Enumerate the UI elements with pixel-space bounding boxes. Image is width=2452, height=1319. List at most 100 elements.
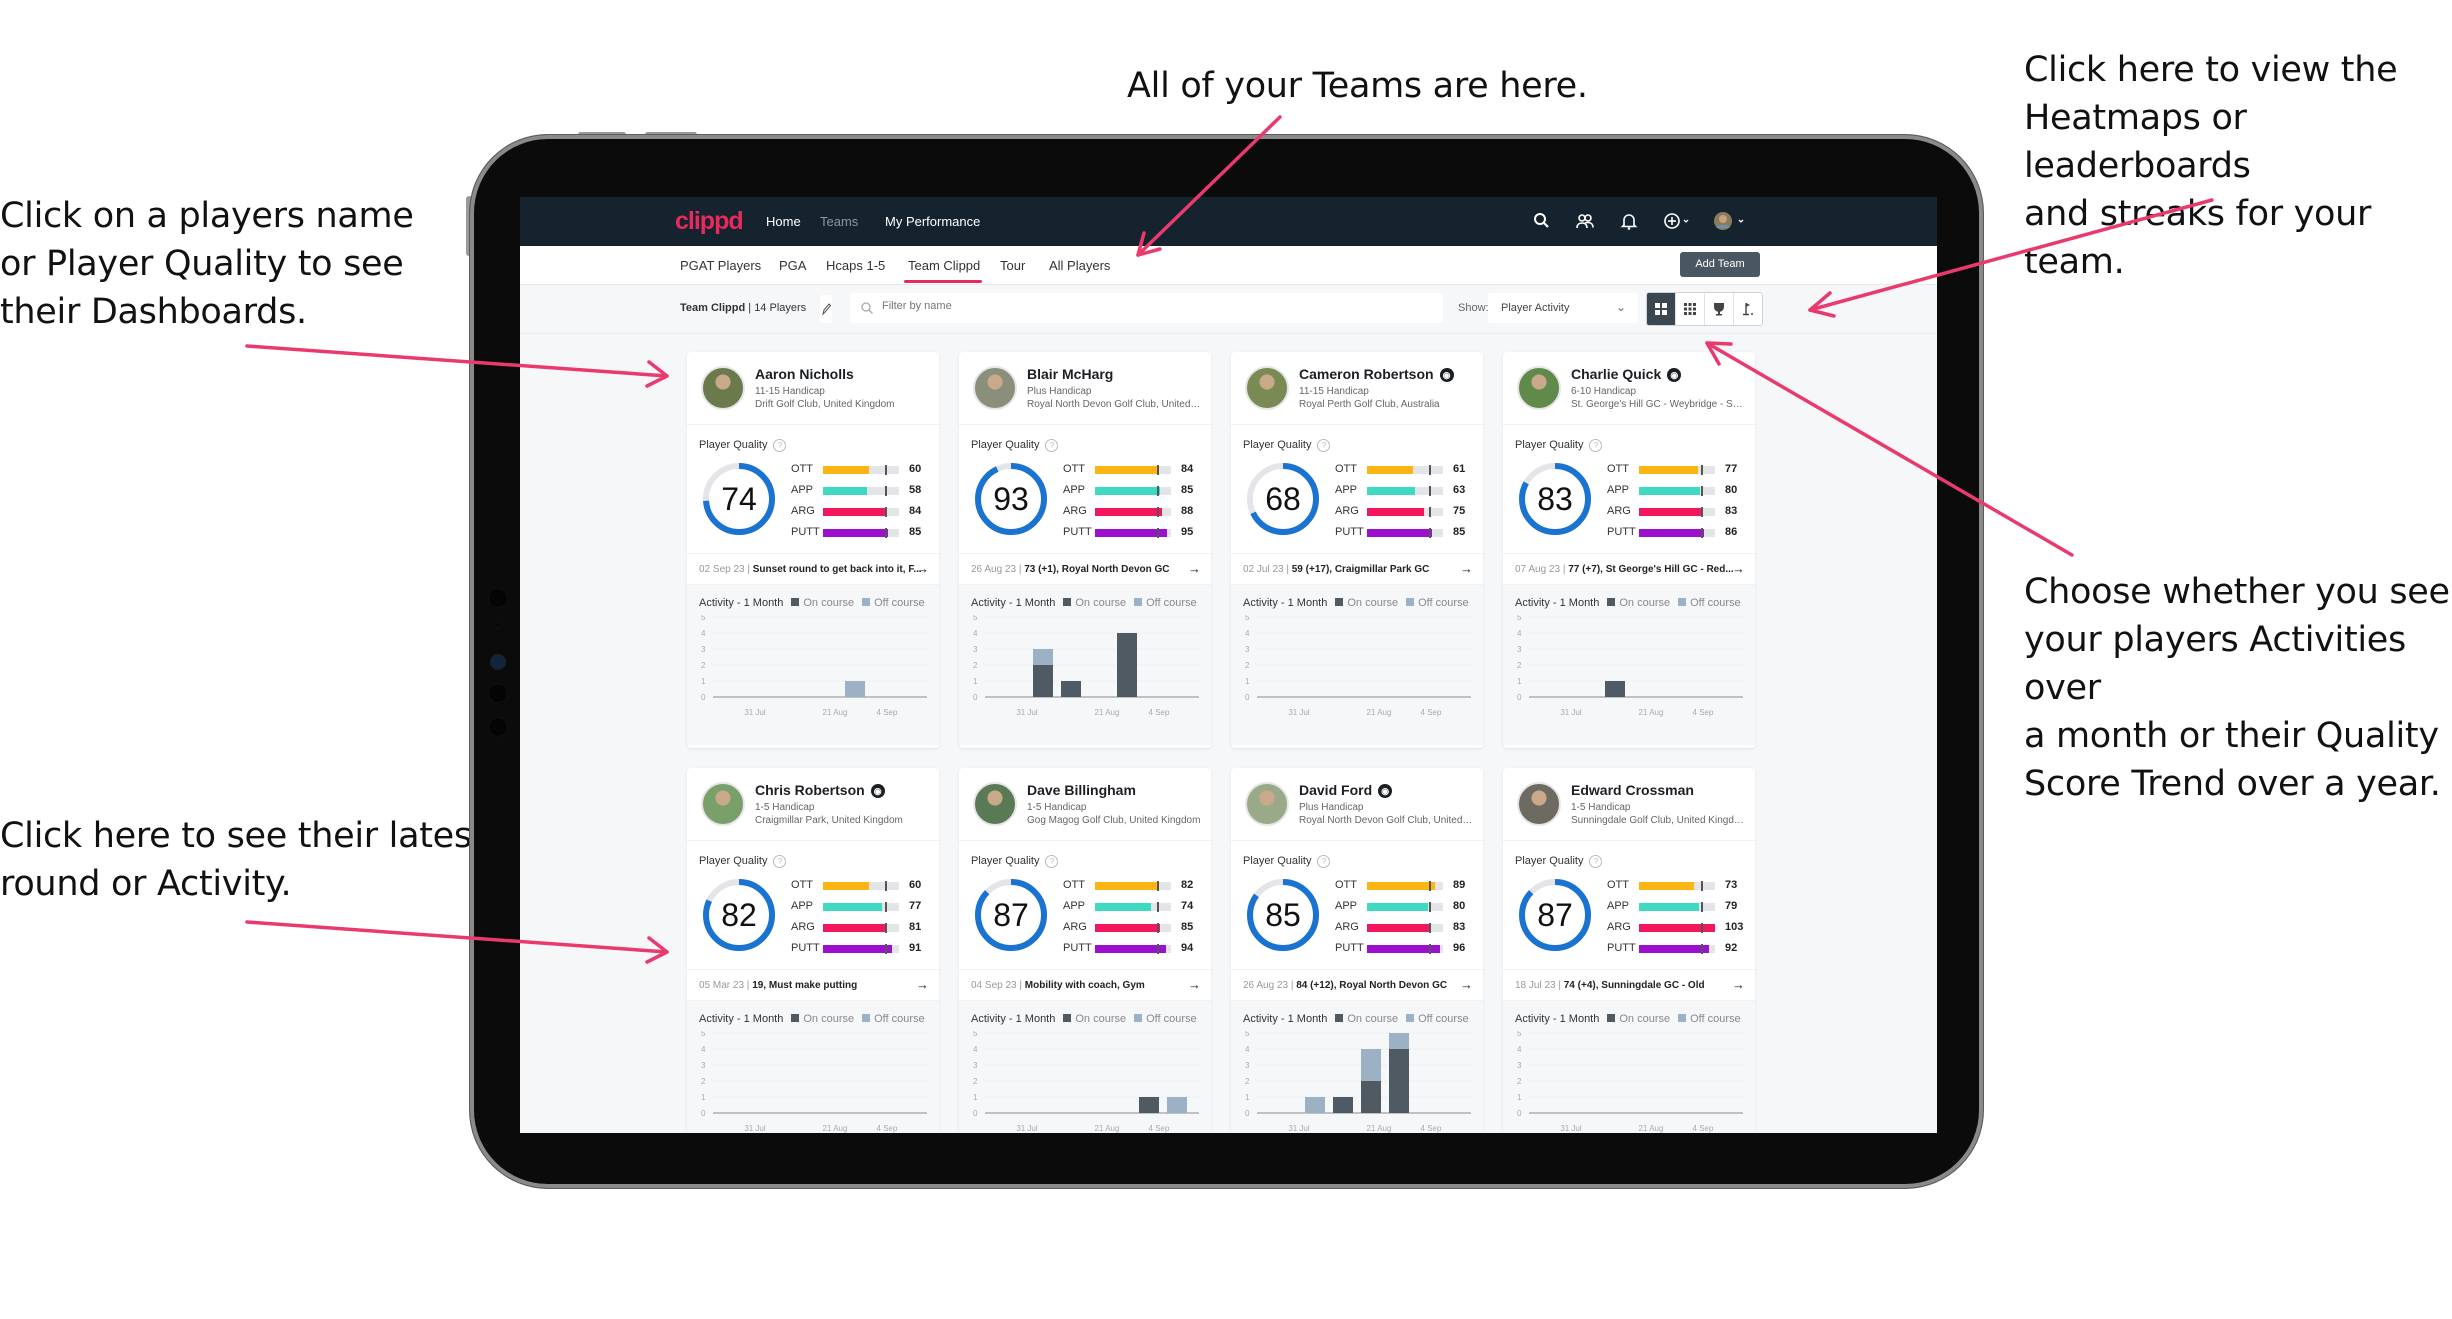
bar-on-course[interactable] <box>1061 681 1081 697</box>
player-name-link[interactable]: Cameron Robertson ◉ <box>1299 366 1454 382</box>
quality-score[interactable]: 82 <box>701 877 777 953</box>
tab-tour[interactable]: Tour <box>1000 258 1025 273</box>
help-icon[interactable]: ? <box>773 439 787 452</box>
user-avatar[interactable] <box>1713 211 1749 231</box>
bar-on-course[interactable] <box>1139 1097 1159 1113</box>
nav-home[interactable]: Home <box>766 214 801 229</box>
heatmap-view-button[interactable] <box>1676 293 1705 325</box>
arrow-right-icon[interactable]: → <box>1460 561 1473 576</box>
help-icon[interactable]: ? <box>1045 855 1059 868</box>
player-name[interactable]: Charlie Quick <box>1571 366 1661 382</box>
quality-score[interactable]: 83 <box>1517 461 1593 537</box>
add-team-button[interactable]: Add Team <box>1680 252 1760 277</box>
player-quality-section[interactable]: Player Quality? 74 OTT 60 APP 58 ARG 84 PUTT 85 <box>687 425 939 554</box>
quality-score[interactable]: 93 <box>973 461 1049 537</box>
avatar[interactable] <box>973 366 1017 410</box>
bar-on-course[interactable] <box>1333 1097 1353 1113</box>
nav-my-performance[interactable]: My Performance <box>885 214 980 229</box>
arrow-right-icon[interactable]: → <box>916 561 929 576</box>
bar-on-course[interactable] <box>1389 1049 1409 1113</box>
player-name[interactable]: Edward Crossman <box>1571 782 1694 798</box>
quality-score[interactable]: 87 <box>973 877 1049 953</box>
tab-hcaps-1-5[interactable]: Hcaps 1-5 <box>826 258 885 273</box>
latest-activity-link[interactable]: 04 Sep 23 | Mobility with coach, Gym → <box>959 970 1211 1001</box>
quality-score[interactable]: 74 <box>701 461 777 537</box>
arrow-right-icon[interactable]: → <box>1460 977 1473 992</box>
arrow-right-icon[interactable]: → <box>1732 561 1745 576</box>
player-quality-section[interactable]: Player Quality? 87 OTT 82 APP 74 ARG 85 PUTT 94 <box>959 841 1211 970</box>
player-name-link[interactable]: Edward Crossman <box>1571 782 1694 798</box>
help-icon[interactable]: ? <box>773 855 787 868</box>
clippd-logo[interactable]: clippd <box>675 207 744 236</box>
filter-by-name-input[interactable] <box>880 299 1424 313</box>
tab-all-players[interactable]: All Players <box>1049 258 1110 273</box>
bar-off-course[interactable] <box>1305 1097 1325 1113</box>
player-quality-section[interactable]: Player Quality? 85 OTT 89 APP 80 ARG 83 PUTT 96 <box>1231 841 1483 970</box>
bar-on-course[interactable] <box>1117 633 1137 697</box>
player-name[interactable]: Aaron Nicholls <box>755 366 854 382</box>
arrow-right-icon[interactable]: → <box>1188 561 1201 576</box>
avatar[interactable] <box>701 366 745 410</box>
latest-activity-link[interactable]: 02 Sep 23 | Sunset round to get back int… <box>687 554 939 585</box>
player-name[interactable]: David Ford <box>1299 782 1372 798</box>
bar-off-course[interactable] <box>845 681 865 697</box>
quality-score[interactable]: 68 <box>1245 461 1321 537</box>
arrow-right-icon[interactable]: → <box>1188 977 1201 992</box>
avatar[interactable] <box>973 782 1017 826</box>
quality-score[interactable]: 85 <box>1245 877 1321 953</box>
bar-off-course[interactable] <box>1389 1033 1409 1049</box>
bell-icon[interactable] <box>1619 211 1639 231</box>
nav-teams[interactable]: Teams <box>820 214 858 229</box>
help-icon[interactable]: ? <box>1317 855 1331 868</box>
help-icon[interactable]: ? <box>1317 439 1331 452</box>
avatar[interactable] <box>1245 366 1289 410</box>
tab-team-clippd[interactable]: Team Clippd <box>908 258 980 273</box>
player-name-link[interactable]: Dave Billingham <box>1027 782 1136 798</box>
avatar[interactable] <box>1245 782 1289 826</box>
tab-pga[interactable]: PGA <box>779 258 806 273</box>
player-name[interactable]: Blair McHarg <box>1027 366 1113 382</box>
avatar[interactable] <box>1517 366 1561 410</box>
plus-circle-icon[interactable] <box>1663 211 1693 231</box>
latest-activity-link[interactable]: 02 Jul 23 | 59 (+17), Craigmillar Park G… <box>1231 554 1483 585</box>
player-name[interactable]: Cameron Robertson <box>1299 366 1434 382</box>
tab-pgat-players[interactable]: PGAT Players <box>680 258 761 273</box>
player-name[interactable]: Chris Robertson <box>755 782 865 798</box>
help-icon[interactable]: ? <box>1589 855 1603 868</box>
help-icon[interactable]: ? <box>1045 439 1059 452</box>
users-icon[interactable] <box>1575 211 1595 231</box>
edit-team-button[interactable] <box>820 295 832 323</box>
player-name-link[interactable]: Charlie Quick ◉ <box>1571 366 1682 382</box>
latest-activity-link[interactable]: 07 Aug 23 | 77 (+7), St George's Hill GC… <box>1503 554 1755 585</box>
player-name-link[interactable]: David Ford ◉ <box>1299 782 1393 798</box>
search-icon[interactable] <box>1532 211 1552 231</box>
player-name-link[interactable]: Chris Robertson ◉ <box>755 782 885 798</box>
grid-large-view-button[interactable] <box>1647 293 1676 325</box>
show-select[interactable]: Player Activity ⌄ <box>1488 293 1638 323</box>
player-name-link[interactable]: Blair McHarg <box>1027 366 1113 382</box>
streaks-view-button[interactable] <box>1734 293 1762 325</box>
bar-off-course[interactable] <box>1033 649 1053 665</box>
player-name-link[interactable]: Aaron Nicholls <box>755 366 854 382</box>
leaderboard-view-button[interactable] <box>1705 293 1734 325</box>
avatar[interactable] <box>1517 782 1561 826</box>
bar-on-course[interactable] <box>1361 1081 1381 1113</box>
help-icon[interactable]: ? <box>1589 439 1603 452</box>
latest-activity-link[interactable]: 18 Jul 23 | 74 (+4), Sunningdale GC - Ol… <box>1503 970 1755 1001</box>
bar-on-course[interactable] <box>1033 665 1053 697</box>
player-name[interactable]: Dave Billingham <box>1027 782 1136 798</box>
bar-off-course[interactable] <box>1361 1049 1381 1081</box>
bar-on-course[interactable] <box>1605 681 1625 697</box>
arrow-right-icon[interactable]: → <box>916 977 929 992</box>
player-quality-section[interactable]: Player Quality? 68 OTT 61 APP 63 ARG 75 PUTT 85 <box>1231 425 1483 554</box>
latest-activity-link[interactable]: 26 Aug 23 | 73 (+1), Royal North Devon G… <box>959 554 1211 585</box>
avatar[interactable] <box>701 782 745 826</box>
player-quality-section[interactable]: Player Quality? 87 OTT 73 APP 79 ARG 103 PUTT 92 <box>1503 841 1755 970</box>
latest-activity-link[interactable]: 26 Aug 23 | 84 (+12), Royal North Devon … <box>1231 970 1483 1001</box>
player-search[interactable] <box>850 293 1443 323</box>
player-quality-section[interactable]: Player Quality? 83 OTT 77 APP 80 ARG 83 PUTT 86 <box>1503 425 1755 554</box>
bar-off-course[interactable] <box>1167 1097 1187 1113</box>
latest-activity-link[interactable]: 05 Mar 23 | 19, Must make putting → <box>687 970 939 1001</box>
arrow-right-icon[interactable]: → <box>1732 977 1745 992</box>
player-quality-section[interactable]: Player Quality? 82 OTT 60 APP 77 ARG 81 PUTT 91 <box>687 841 939 970</box>
